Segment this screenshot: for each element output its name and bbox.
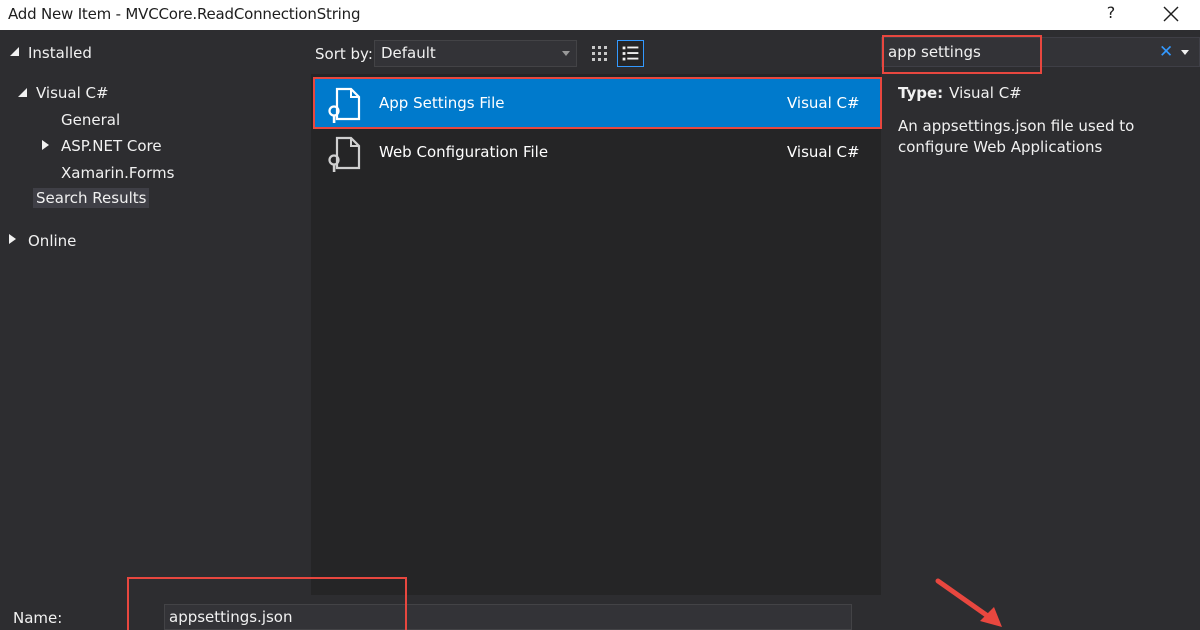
type-value: Visual C#: [949, 84, 1022, 102]
item-language: Visual C#: [787, 143, 860, 161]
arrow-annotation-icon: [935, 578, 1002, 627]
tree-item-search-results[interactable]: Search Results: [33, 188, 150, 208]
tree-item-online[interactable]: Online: [28, 232, 76, 250]
list-view-icon[interactable]: [617, 40, 644, 67]
item-name: App Settings File: [379, 94, 505, 112]
name-field[interactable]: [164, 604, 852, 630]
help-button[interactable]: ?: [1104, 3, 1118, 22]
search-options-chevron-icon[interactable]: [1181, 50, 1189, 55]
type-info: Type: Visual C#: [898, 84, 1022, 102]
type-label: Type:: [898, 84, 944, 102]
details-panel: Type: Visual C# An appsettings.json file …: [881, 74, 1200, 595]
config-file-icon: [328, 136, 361, 172]
search-input[interactable]: [888, 43, 1138, 61]
template-tree: Installed Visual C# General ASP.NET Core…: [0, 30, 310, 595]
sort-by-value: Default: [381, 44, 436, 62]
tree-item-aspnet-core[interactable]: ASP.NET Core: [61, 137, 162, 155]
template-list: App Settings File Visual C# Web Configur…: [311, 74, 881, 595]
tree-item-xamarin-forms[interactable]: Xamarin.Forms: [61, 164, 174, 182]
tree-item-visual-csharp[interactable]: Visual C#: [36, 84, 109, 102]
config-file-icon: [328, 87, 361, 123]
item-language: Visual C#: [787, 94, 860, 112]
item-description: An appsettings.json file used to configu…: [898, 117, 1135, 156]
window-title: Add New Item - MVCCore.ReadConnectionStr…: [8, 5, 361, 23]
expand-installed-icon[interactable]: [10, 47, 19, 56]
item-name: Web Configuration File: [379, 143, 549, 161]
expand-online-icon[interactable]: [9, 234, 16, 244]
title-bar: Add New Item - MVCCore.ReadConnectionStr…: [0, 0, 1200, 30]
tree-item-general[interactable]: General: [61, 111, 120, 129]
chevron-down-icon: [562, 51, 570, 56]
expand-aspnet-core-icon[interactable]: [42, 140, 49, 150]
search-box: ✕: [881, 37, 1200, 67]
clear-search-icon[interactable]: ✕: [1159, 42, 1173, 62]
tree-item-installed[interactable]: Installed: [28, 44, 92, 62]
sort-by-dropdown[interactable]: Default: [374, 40, 577, 67]
name-label: Name:: [13, 609, 63, 627]
grid-view-icon[interactable]: [586, 40, 613, 67]
list-item[interactable]: Web Configuration File Visual C#: [315, 128, 881, 178]
close-icon[interactable]: [1160, 3, 1182, 25]
name-row: Name:: [0, 595, 1200, 630]
expand-visual-csharp-icon[interactable]: [18, 88, 27, 97]
sort-by-label: Sort by:: [315, 45, 373, 63]
list-item[interactable]: App Settings File Visual C#: [315, 79, 881, 129]
